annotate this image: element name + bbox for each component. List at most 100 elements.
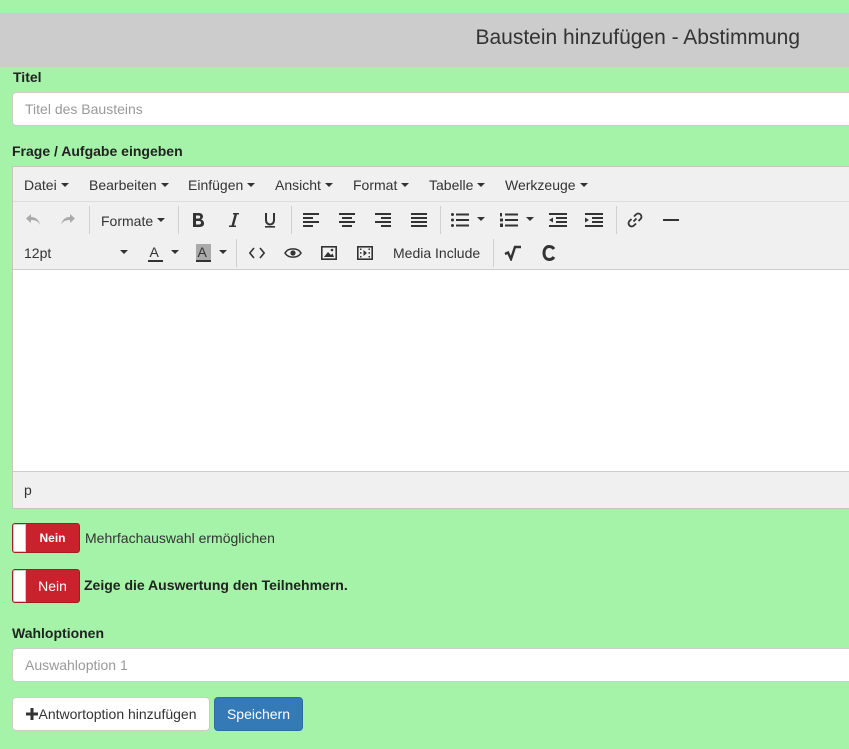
- formula-button[interactable]: [501, 240, 525, 266]
- menu-label: Einfügen: [188, 177, 244, 193]
- menu-label: Ansicht: [275, 177, 321, 193]
- chevron-down-icon: [324, 183, 333, 188]
- rich-text-editor: Datei Bearbeiten Einfügen Ansicht Format…: [12, 166, 849, 509]
- chemistry-button[interactable]: [537, 240, 561, 266]
- menu-einfuegen[interactable]: Einfügen: [188, 177, 256, 193]
- editor-statusbar: p: [13, 471, 849, 508]
- background-color-button[interactable]: A: [191, 240, 231, 266]
- align-justify-button[interactable]: [407, 207, 431, 233]
- multi-choice-toggle[interactable]: Nein: [12, 523, 80, 553]
- align-center-button[interactable]: [335, 207, 359, 233]
- toolbar-separator: [89, 206, 90, 234]
- menu-werkzeuge[interactable]: Werkzeuge: [505, 177, 588, 193]
- italic-icon: [229, 213, 239, 227]
- save-label: Speichern: [226, 706, 291, 722]
- menu-label: Bearbeiten: [89, 177, 157, 193]
- title-label: Titel: [13, 69, 42, 85]
- toolbar-separator: [178, 206, 179, 234]
- show-results-label: Zeige die Auswertung den Teilnehmern.: [84, 577, 348, 593]
- redo-icon: [61, 214, 75, 225]
- toolbar-separator: [493, 239, 494, 267]
- formats-dropdown[interactable]: Formate: [101, 208, 166, 234]
- indent-button[interactable]: [582, 207, 606, 233]
- bullet-list-button[interactable]: [448, 207, 488, 233]
- media-include-label: Media Include: [393, 245, 481, 261]
- chevron-down-icon: [218, 250, 227, 254]
- square-root-icon: [504, 245, 521, 261]
- multi-choice-label: Mehrfachauswahl ermöglichen: [85, 530, 275, 546]
- font-color-letter: A: [149, 244, 159, 260]
- option-input-1[interactable]: Auswahloption 1: [12, 648, 849, 682]
- media-include-button[interactable]: Media Include: [393, 240, 480, 266]
- align-right-icon: [375, 213, 391, 227]
- chevron-down-icon: [477, 217, 485, 221]
- menu-label: Tabelle: [429, 177, 474, 193]
- align-justify-icon: [411, 213, 427, 227]
- toolbar-separator: [440, 206, 441, 234]
- chevron-down-icon: [526, 217, 534, 221]
- editor-menubar: Datei Bearbeiten Einfügen Ansicht Format…: [13, 167, 849, 202]
- numbered-list-icon: [500, 213, 518, 227]
- undo-button[interactable]: [21, 207, 45, 233]
- editor-content-area[interactable]: [13, 271, 849, 471]
- chevron-down-icon: [170, 250, 179, 254]
- toggle-state-label: Nein: [38, 578, 67, 594]
- options-label: Wahloptionen: [12, 625, 105, 641]
- align-left-icon: [303, 213, 319, 227]
- bold-button[interactable]: [186, 207, 210, 233]
- background-color-swatch: [195, 260, 211, 262]
- show-results-toggle[interactable]: Nein: [12, 569, 80, 603]
- horizontal-rule-icon: [663, 219, 679, 221]
- italic-button[interactable]: [222, 207, 246, 233]
- menu-label: Format: [353, 177, 398, 193]
- horizontal-rule-button[interactable]: [659, 207, 683, 233]
- element-path[interactable]: p: [24, 482, 32, 498]
- outdent-button[interactable]: [546, 207, 570, 233]
- preview-button[interactable]: [281, 240, 305, 266]
- eye-icon: [284, 248, 302, 258]
- undo-icon: [26, 214, 40, 225]
- align-left-button[interactable]: [299, 207, 323, 233]
- film-icon: [357, 246, 373, 260]
- numbered-list-button[interactable]: [497, 207, 537, 233]
- menu-datei[interactable]: Datei: [24, 177, 69, 193]
- toggle-knob: [13, 570, 26, 602]
- menu-ansicht[interactable]: Ansicht: [275, 177, 333, 193]
- insert-image-button[interactable]: [317, 240, 341, 266]
- toggle-state-label: Nein: [39, 531, 66, 545]
- add-answer-option-button[interactable]: Antwortoption hinzufügen: [12, 697, 210, 731]
- chevron-down-icon: [60, 183, 69, 188]
- underline-icon: [265, 213, 275, 228]
- add-answer-label: Antwortoption hinzufügen: [38, 706, 197, 722]
- bold-icon: [193, 213, 204, 227]
- question-label: Frage / Aufgabe eingeben: [12, 143, 183, 159]
- editor-toolbar: Formate 12pt A A Media Include: [13, 202, 849, 270]
- formats-label: Formate: [101, 213, 154, 229]
- chemistry-icon: [542, 245, 556, 261]
- page-header: Baustein hinzufügen - Abstimmung: [0, 13, 849, 67]
- align-right-button[interactable]: [371, 207, 395, 233]
- underline-button[interactable]: [258, 207, 282, 233]
- font-size-value: 12pt: [24, 245, 52, 261]
- title-input[interactable]: Titel des Bausteins: [12, 92, 849, 126]
- chevron-down-icon: [160, 183, 169, 188]
- insert-media-button[interactable]: [353, 240, 377, 266]
- font-color-button[interactable]: A: [143, 240, 183, 266]
- link-icon: [627, 212, 643, 228]
- toolbar-separator: [616, 206, 617, 234]
- align-center-icon: [339, 213, 355, 227]
- image-icon: [321, 246, 337, 260]
- menu-bearbeiten[interactable]: Bearbeiten: [89, 177, 169, 193]
- menu-format[interactable]: Format: [353, 177, 410, 193]
- source-code-button[interactable]: [245, 240, 269, 266]
- background-color-icon: A: [195, 244, 211, 262]
- font-size-dropdown[interactable]: 12pt: [24, 240, 128, 266]
- redo-button[interactable]: [56, 207, 80, 233]
- insert-link-button[interactable]: [623, 207, 647, 233]
- save-button[interactable]: Speichern: [214, 697, 303, 731]
- font-color-icon: A: [147, 244, 163, 262]
- chevron-down-icon: [477, 183, 486, 188]
- menu-tabelle[interactable]: Tabelle: [429, 177, 486, 193]
- indent-icon: [585, 213, 603, 227]
- toolbar-separator: [236, 239, 237, 267]
